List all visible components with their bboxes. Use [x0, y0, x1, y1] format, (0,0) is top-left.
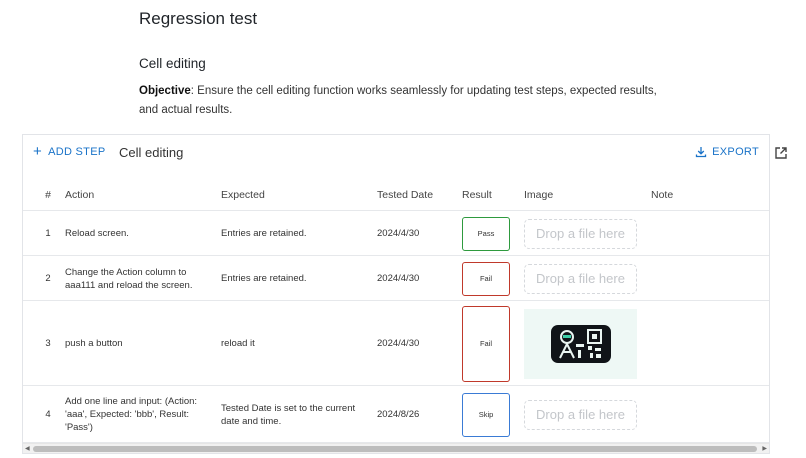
expected-cell[interactable]: Entries are retained.	[221, 257, 366, 300]
export-label: EXPORT	[712, 146, 759, 158]
header-action[interactable]: Action	[65, 179, 205, 210]
note-cell[interactable]	[651, 257, 711, 300]
action-cell[interactable]: push a button	[65, 302, 205, 385]
tested-date-cell[interactable]: 2024/4/30	[377, 302, 447, 385]
result-cell[interactable]: Fail	[462, 257, 512, 300]
result-badge-fail[interactable]: Fail	[462, 261, 510, 296]
result-cell[interactable]: Pass	[462, 212, 512, 255]
row-num: 2	[45, 273, 51, 284]
scroll-right-icon[interactable]: ▶	[762, 444, 767, 454]
objective-label: Objective	[139, 85, 191, 97]
action-cell[interactable]: Reload screen.	[65, 212, 205, 255]
qr-code-robot-icon	[550, 324, 611, 363]
export-button[interactable]: EXPORT	[695, 146, 759, 158]
result-cell[interactable]: Skip	[462, 387, 512, 442]
scrollbar-thumb[interactable]	[33, 446, 757, 452]
header-num[interactable]: #	[41, 179, 55, 210]
row-num: 4	[45, 409, 51, 420]
expected-cell[interactable]: Entries are retained.	[221, 212, 366, 255]
result-badge-pass[interactable]: Pass	[462, 216, 510, 251]
file-dropzone[interactable]: Drop a file here	[524, 399, 637, 430]
action-cell[interactable]: Add one line and input: (Action: 'aaa', …	[65, 387, 205, 442]
image-cell[interactable]: Drop a file here	[524, 212, 639, 255]
scroll-left-icon[interactable]: ◀	[25, 444, 30, 454]
add-step-button[interactable]: + ADD STEP	[33, 143, 106, 160]
grid-header-row: # Action Expected Tested Date Result Ima…	[23, 179, 769, 211]
tested-date-cell[interactable]: 2024/8/26	[377, 387, 447, 442]
header-expected[interactable]: Expected	[221, 179, 366, 210]
tested-date-cell[interactable]: 2024/4/30	[377, 257, 447, 300]
expected-cell[interactable]: reload it	[221, 302, 366, 385]
objective-text: Objective: Ensure the cell editing funct…	[139, 82, 679, 120]
table-row[interactable]: 4 Add one line and input: (Action: 'aaa'…	[23, 387, 769, 443]
file-dropzone[interactable]: Drop a file here	[524, 263, 637, 294]
header-image[interactable]: Image	[524, 179, 639, 210]
result-badge-skip[interactable]: Skip	[462, 392, 510, 437]
section-title: Cell editing	[139, 56, 206, 71]
table-row[interactable]: 3 push a button reload it 2024/4/30 Fail	[23, 302, 769, 386]
add-step-label: ADD STEP	[48, 146, 106, 158]
page-title: Regression test	[139, 9, 258, 28]
header-tested-date[interactable]: Tested Date	[377, 179, 447, 210]
table-row[interactable]: 1 Reload screen. Entries are retained. 2…	[23, 212, 769, 256]
file-dropzone[interactable]: Drop a file here	[524, 218, 637, 249]
header-result[interactable]: Result	[462, 179, 512, 210]
result-cell[interactable]: Fail	[462, 302, 512, 385]
note-cell[interactable]	[651, 212, 711, 255]
test-steps-grid: + ADD STEP Cell editing EXPORT # Action …	[22, 134, 770, 454]
image-cell[interactable]: Drop a file here	[524, 387, 639, 442]
note-cell[interactable]	[651, 387, 711, 442]
action-cell[interactable]: Change the Action column to aaa111 and r…	[65, 257, 205, 300]
row-num: 3	[45, 338, 51, 349]
plus-icon: +	[33, 143, 43, 160]
tested-date-cell[interactable]: 2024/4/30	[377, 212, 447, 255]
open-in-new-icon[interactable]	[774, 146, 788, 160]
download-icon	[696, 147, 707, 158]
objective-description: : Ensure the cell editing function works…	[139, 85, 657, 116]
horizontal-scrollbar[interactable]: ◀ ▶	[23, 443, 769, 453]
image-cell[interactable]	[524, 302, 639, 385]
image-thumbnail[interactable]	[524, 308, 637, 379]
table-row[interactable]: 2 Change the Action column to aaa111 and…	[23, 257, 769, 301]
grid-name: Cell editing	[119, 145, 184, 160]
image-cell[interactable]: Drop a file here	[524, 257, 639, 300]
header-note[interactable]: Note	[651, 179, 711, 210]
row-num: 1	[45, 228, 51, 239]
note-cell[interactable]	[651, 302, 711, 385]
expected-cell[interactable]: Tested Date is set to the current date a…	[221, 387, 366, 442]
grid-toolbar: + ADD STEP Cell editing EXPORT	[23, 135, 769, 173]
result-badge-fail[interactable]: Fail	[462, 305, 510, 382]
